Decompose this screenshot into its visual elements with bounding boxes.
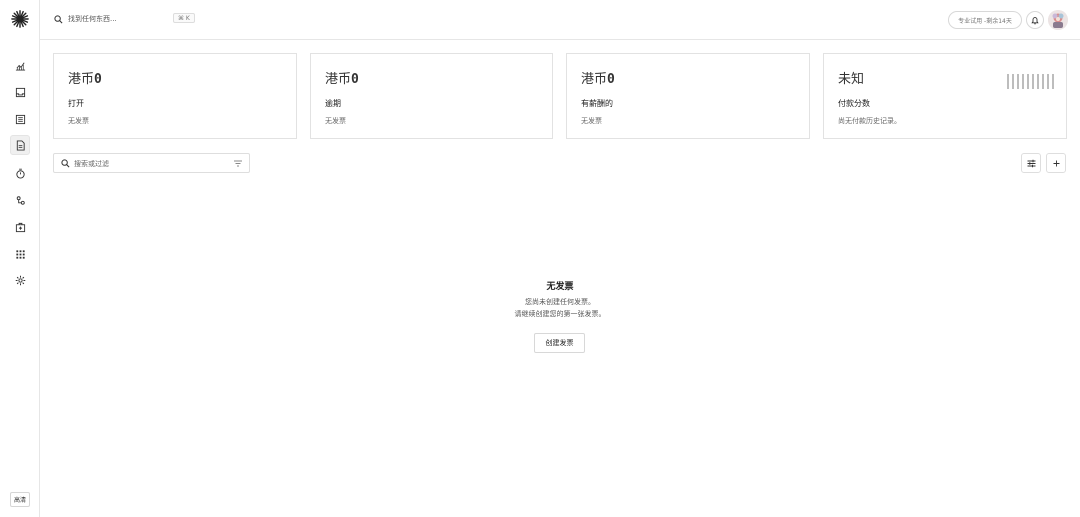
empty-state-line2: 请继续创建您的第一张发票。 xyxy=(514,310,606,318)
card-label: 付款分数 xyxy=(838,99,870,108)
card-label: 逾期 xyxy=(325,99,341,108)
card-amount: 港币0 xyxy=(325,72,359,87)
empty-state-title: 无发票 xyxy=(546,282,574,292)
inbox-icon xyxy=(15,87,25,97)
sliders-icon xyxy=(1027,159,1035,167)
filter-placeholder: 搜索或过滤 xyxy=(74,160,109,168)
hd-toggle[interactable]: 高清 xyxy=(10,492,30,507)
trial-badge[interactable]: 专业试用 -剩余14天 xyxy=(948,11,1022,29)
search-icon xyxy=(54,15,63,24)
card-payment-score[interactable]: 未知 付款分数 尚无付款历史记录。 xyxy=(823,53,1067,139)
empty-state-line1: 您尚未创建任何发票。 xyxy=(525,298,595,306)
card-sub: 无发票 xyxy=(68,117,89,125)
card-paid[interactable]: 港币0 有薪酬的 无发票 xyxy=(566,53,810,139)
apps-grid-icon xyxy=(15,249,25,259)
column-settings-button[interactable] xyxy=(1021,153,1041,173)
notifications-button[interactable] xyxy=(1026,11,1044,29)
sidebar-item-overview[interactable] xyxy=(10,55,30,75)
card-amount: 港币0 xyxy=(581,72,615,87)
sidebar-item-settings[interactable] xyxy=(10,270,30,290)
card-sub: 尚无付款历史记录。 xyxy=(838,117,901,125)
card-sub: 无发票 xyxy=(325,117,346,125)
avatar-image-icon xyxy=(1048,10,1068,30)
card-label: 打开 xyxy=(68,99,84,108)
timer-icon xyxy=(15,168,25,179)
bell-icon xyxy=(1031,16,1039,24)
card-amount: 港币0 xyxy=(68,72,102,87)
list-icon xyxy=(15,114,25,124)
plus-icon xyxy=(1053,160,1059,166)
settings-icon xyxy=(15,275,25,285)
sidebar-item-apps[interactable] xyxy=(10,244,30,264)
sidebar-item-transactions[interactable] xyxy=(10,109,30,129)
card-sub: 无发票 xyxy=(581,117,602,125)
sidebar-item-customers[interactable] xyxy=(10,190,30,210)
global-search-input[interactable]: 找到任何东西... xyxy=(68,14,117,24)
search-shortcut-badge: ⌘ K xyxy=(173,13,195,23)
filter-icon[interactable] xyxy=(234,160,242,167)
sidebar-item-tracker[interactable] xyxy=(10,163,30,183)
avatar[interactable] xyxy=(1048,10,1068,30)
sidebar-item-invoices[interactable] xyxy=(10,135,30,155)
sidebar-item-inbox[interactable] xyxy=(10,82,30,102)
card-overdue[interactable]: 港币0 逾期 无发票 xyxy=(310,53,553,139)
workflow-icon xyxy=(16,195,25,205)
vault-icon xyxy=(15,222,25,232)
search-icon xyxy=(61,159,70,168)
invoice-icon xyxy=(16,139,25,151)
sidebar-item-vault[interactable] xyxy=(10,217,30,237)
card-amount: 未知 xyxy=(838,72,865,87)
logo-icon[interactable] xyxy=(11,10,29,28)
card-label: 有薪酬的 xyxy=(581,99,613,108)
payment-score-bars xyxy=(1007,74,1054,89)
chart-line-icon xyxy=(15,61,25,71)
invoice-search-filter[interactable]: 搜索或过滤 xyxy=(53,153,250,173)
add-invoice-button[interactable] xyxy=(1046,153,1066,173)
card-open[interactable]: 港币0 打开 无发票 xyxy=(53,53,297,139)
create-invoice-button[interactable]: 创建发票 xyxy=(534,333,585,353)
sidebar: 高清 xyxy=(0,0,40,517)
top-header: 找到任何东西... ⌘ K 专业试用 -剩余14天 xyxy=(40,0,1080,40)
